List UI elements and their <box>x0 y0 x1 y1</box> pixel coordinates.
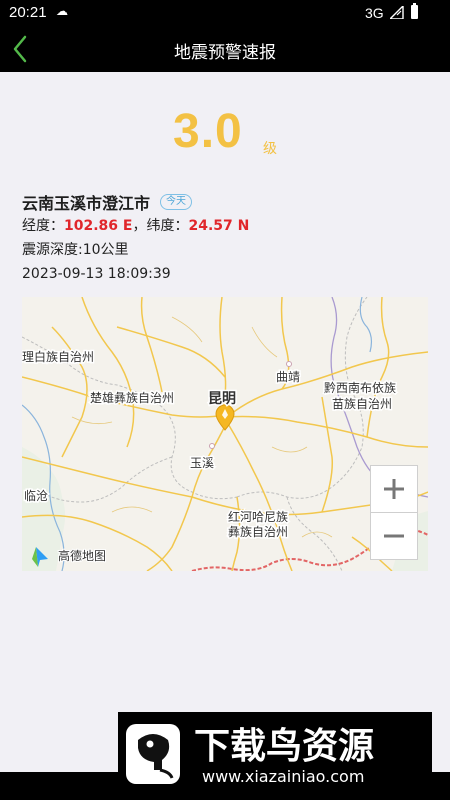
magnitude-display: 3.0 级 <box>0 104 450 164</box>
watermark-logo-icon <box>126 724 180 784</box>
map-label-qianxinan-1: 黔西南布依族 <box>324 380 396 395</box>
cloud-notification-icon: ☁ <box>56 4 68 18</box>
map-label-honghe-2: 彝族自治州 <box>228 524 288 539</box>
map-label-honghe-1: 红河哈尼族 <box>228 509 288 524</box>
today-badge: 今天 <box>160 194 193 210</box>
amap-logo: 高德地图 <box>32 547 107 567</box>
location-row: 云南玉溪市澄江市 今天 <box>22 190 432 214</box>
map-label-chuxiong: 楚雄彝族自治州 <box>90 390 174 405</box>
longitude-value: 102.86 E <box>64 218 133 234</box>
magnitude-value: 3.0 <box>173 105 243 158</box>
zoom-out-button[interactable] <box>370 512 418 560</box>
coordinates-row: 经度：102.86 E，纬度：24.57 N <box>22 214 432 238</box>
watermark-banner: 下载鸟资源 www.xiazainiao.com <box>118 712 432 794</box>
watermark-url: www.xiazainiao.com <box>202 767 364 786</box>
minus-icon <box>384 534 404 538</box>
longitude-label: 经度： <box>22 218 64 234</box>
network-type: 3G <box>365 5 384 21</box>
amap-logo-text: 高德地图 <box>58 548 106 563</box>
quake-info: 云南玉溪市澄江市 今天 经度：102.86 E，纬度：24.57 N 震源深度:… <box>22 190 432 286</box>
status-time: 20:21 <box>9 4 47 21</box>
watermark-brand: 下载鸟资源 <box>194 726 374 767</box>
map-label-qujing: 曲靖 <box>276 370 300 384</box>
quake-location: 云南玉溪市澄江市 <box>22 194 151 213</box>
map-label-yuxi: 玉溪 <box>190 456 214 470</box>
plus-icon <box>384 479 404 499</box>
app-bar: 地震预警速报 <box>0 26 450 72</box>
page-title: 地震预警速报 <box>174 43 276 63</box>
depth-row: 震源深度:10公里 <box>22 242 129 258</box>
zoom-in-button[interactable] <box>370 465 418 512</box>
latitude-label: 纬度： <box>146 218 189 234</box>
battery-icon <box>411 3 418 19</box>
status-bar: 20:21 ☁ 3G <box>0 0 450 26</box>
map-label-lincang: 临沧 <box>24 488 48 503</box>
epicenter-map[interactable]: 理白族自治州 楚雄彝族自治州 曲靖 黔西南布依族 苗族自治州 玉溪 临沧 红河哈… <box>22 297 428 571</box>
signal-icon <box>390 6 404 19</box>
latitude-value: 24.57 N <box>188 218 250 234</box>
map-labels-layer: 理白族自治州 楚雄彝族自治州 曲靖 黔西南布依族 苗族自治州 玉溪 临沧 红河哈… <box>22 348 398 567</box>
magnitude-unit: 级 <box>263 141 277 157</box>
map-label-kunming: 昆明 <box>208 391 236 407</box>
map-label-dali: 理白族自治州 <box>22 349 94 364</box>
map-label-qianxinan-2: 苗族自治州 <box>332 397 392 411</box>
coordinate-separator: ， <box>132 218 147 234</box>
quake-time: 2023-09-13 18:09:39 <box>22 266 171 282</box>
